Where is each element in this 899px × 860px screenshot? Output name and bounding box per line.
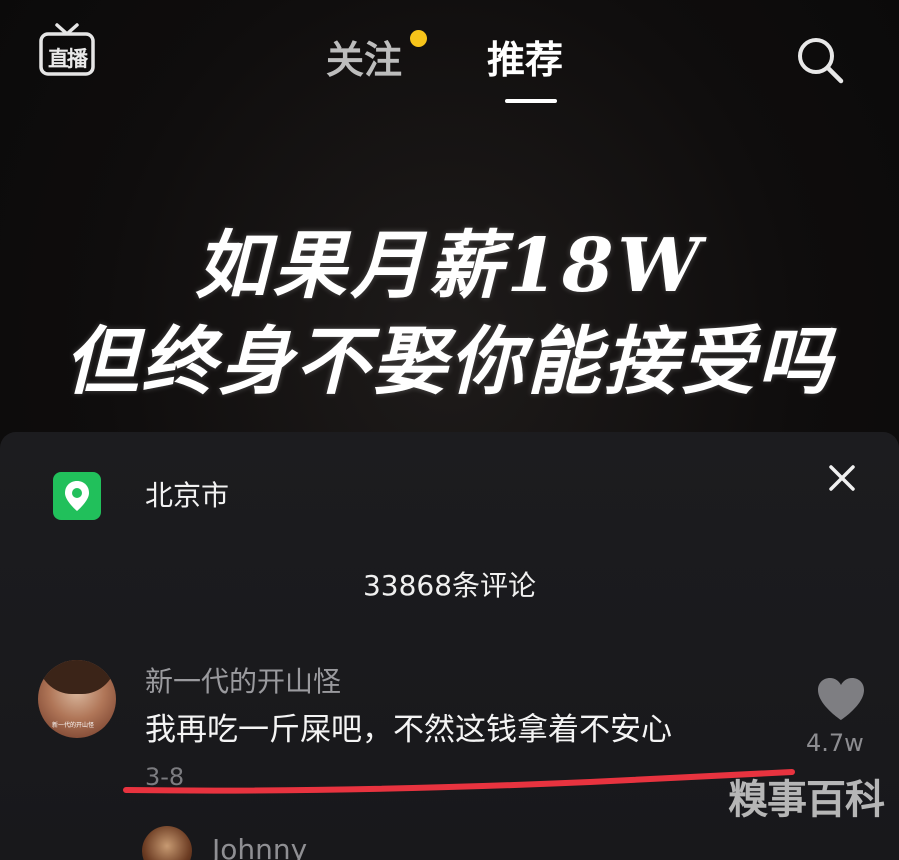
live-label: 直播 xyxy=(48,47,88,71)
highlight-underline xyxy=(123,769,795,794)
tab-recommend[interactable]: 推荐 xyxy=(487,36,563,84)
close-icon xyxy=(829,465,855,491)
comment-count: 33868条评论 xyxy=(362,569,537,602)
video-feed-screen: 直播 关注 推荐 如果月薪18W 但终身不娶你能接受吗 北京市 33868条评论… xyxy=(0,0,899,860)
avatar[interactable]: 新一代的开山怪 xyxy=(38,660,116,738)
watermark-logo: 糗事百科 xyxy=(728,776,885,823)
comment-username[interactable]: Johnny xyxy=(212,832,307,860)
live-button[interactable]: 直播 xyxy=(38,22,96,80)
video-caption: 如果月薪18W 但终身不娶你能接受吗 xyxy=(0,218,899,410)
like-count: 4.7w xyxy=(806,729,864,757)
active-tab-indicator xyxy=(505,99,557,103)
location-label[interactable]: 北京市 xyxy=(145,478,229,514)
caption-line-2: 但终身不娶你能接受吗 xyxy=(64,319,835,405)
heart-icon xyxy=(818,678,864,720)
search-button[interactable] xyxy=(793,33,849,89)
notification-dot xyxy=(410,30,427,47)
comment-username[interactable]: 新一代的开山怪 xyxy=(145,664,341,700)
avatar-caption: 新一代的开山怪 xyxy=(52,722,95,729)
top-nav-bar: 直播 关注 推荐 xyxy=(0,0,899,120)
close-button[interactable] xyxy=(822,458,862,498)
caption-line-1: 如果月薪18W xyxy=(194,223,705,309)
like-button[interactable] xyxy=(816,676,866,722)
tab-follow[interactable]: 关注 xyxy=(326,36,402,84)
map-pin-icon[interactable] xyxy=(53,472,101,520)
search-icon xyxy=(798,38,844,84)
comment-text[interactable]: 我再吃一斤屎吧，不然这钱拿着不安心 xyxy=(145,710,672,750)
